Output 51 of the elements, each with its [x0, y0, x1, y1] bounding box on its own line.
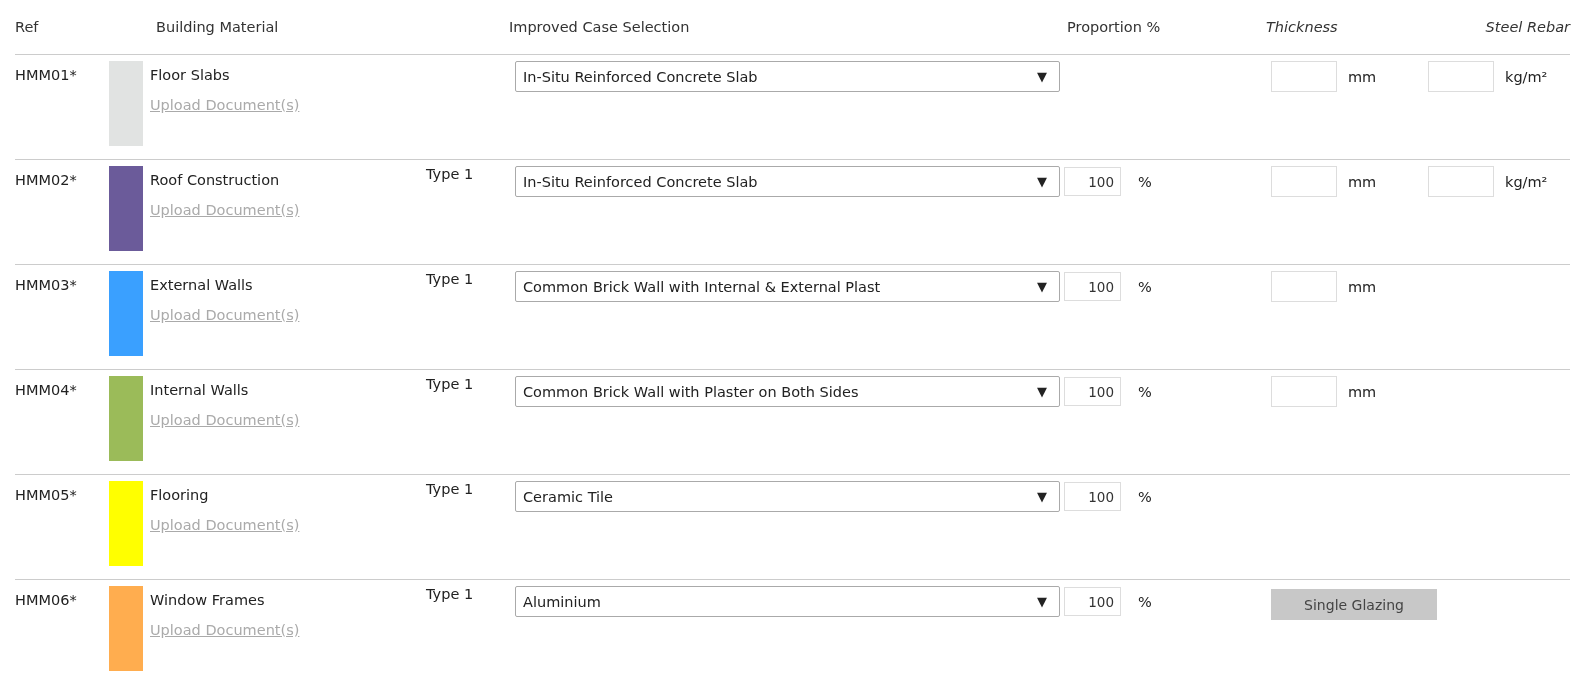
- column-header: Building Material: [155, 19, 280, 35]
- proportion-field[interactable]: 100: [1064, 377, 1121, 406]
- ref-code: HMM05*: [15, 486, 78, 505]
- column-header: Improved Case Selection: [509, 19, 691, 35]
- unit-label: mm: [1348, 68, 1377, 85]
- material-name: Roof Construction: [150, 171, 280, 188]
- unit-label: %: [1138, 383, 1152, 400]
- unit-label: mm: [1348, 383, 1377, 400]
- proportion-field[interactable]: 100: [1064, 272, 1121, 301]
- selection-dropdown[interactable]: In-Situ Reinforced Concrete Slab ▼: [515, 166, 1060, 197]
- material-name: Internal Walls: [150, 381, 249, 398]
- proportion-field[interactable]: 100: [1064, 482, 1121, 511]
- type-label: Type 1: [426, 480, 474, 497]
- ref-code: HMM01*: [15, 66, 78, 85]
- material-name: Window Frames: [150, 591, 265, 608]
- material-name: Flooring: [150, 486, 209, 503]
- column-header: Thickness: [1266, 19, 1339, 35]
- rebar-field[interactable]: [1428, 166, 1494, 197]
- column-header: Ref: [15, 19, 40, 35]
- ref-code: HMM04*: [15, 381, 78, 400]
- column-header: Steel Rebar: [1485, 19, 1570, 35]
- unit-label: mm: [1348, 278, 1377, 295]
- unit-label: kg/m²: [1505, 68, 1548, 85]
- type-label: Type 1: [426, 165, 474, 182]
- material-name: Floor Slabs: [150, 66, 230, 83]
- type-label: Type 1: [426, 585, 474, 602]
- rebar-field[interactable]: [1428, 61, 1494, 92]
- thickness-field[interactable]: [1271, 61, 1337, 92]
- selection-dropdown[interactable]: Aluminium ▼: [515, 586, 1060, 617]
- ref-code: HMM03*: [15, 276, 78, 295]
- selection-dropdown[interactable]: In-Situ Reinforced Concrete Slab ▼: [515, 61, 1060, 92]
- unit-label: %: [1138, 593, 1152, 610]
- unit-label: %: [1138, 488, 1152, 505]
- type-label: Type 1: [426, 375, 474, 392]
- unit-label: %: [1138, 173, 1152, 190]
- selection-dropdown[interactable]: Common Brick Wall with Plaster on Both Sides ▼: [515, 376, 1060, 407]
- unit-label: %: [1138, 278, 1152, 295]
- thickness-field[interactable]: [1271, 271, 1337, 302]
- type-label: Type 1: [426, 270, 474, 287]
- material-name: External Walls: [150, 276, 253, 293]
- unit-label: mm: [1348, 173, 1377, 190]
- glazing-button[interactable]: Single Glazing: [1271, 589, 1437, 620]
- selection-dropdown[interactable]: Common Brick Wall with Internal & External Plast ▼: [515, 271, 1060, 302]
- ref-code: HMM06*: [15, 591, 78, 610]
- unit-label: kg/m²: [1505, 173, 1548, 190]
- ref-code: HMM02*: [15, 171, 78, 190]
- thickness-field[interactable]: [1271, 376, 1337, 407]
- thickness-field[interactable]: [1271, 166, 1337, 197]
- selection-dropdown[interactable]: Ceramic Tile ▼: [515, 481, 1060, 512]
- proportion-field[interactable]: 100: [1064, 167, 1121, 196]
- proportion-field[interactable]: 100: [1064, 587, 1121, 616]
